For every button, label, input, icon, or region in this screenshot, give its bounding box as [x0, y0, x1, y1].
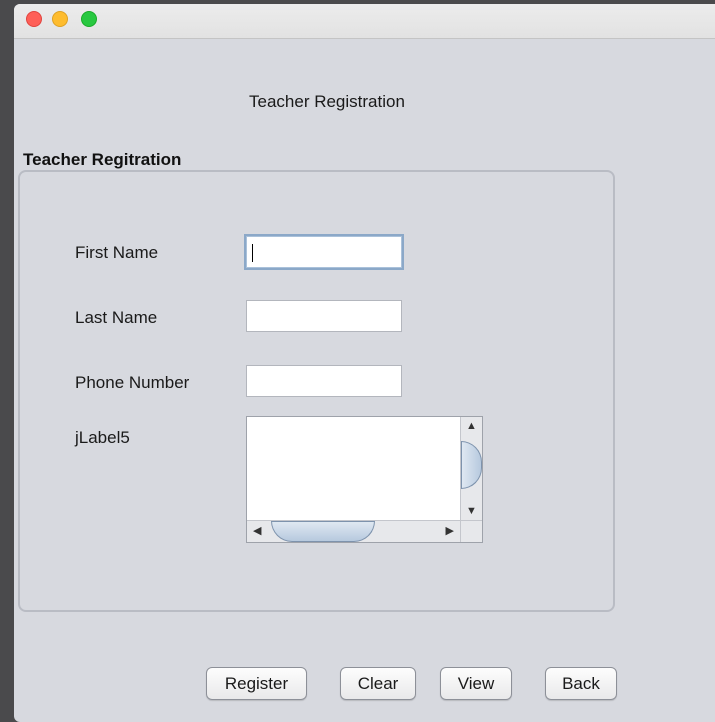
title-bar: [14, 4, 715, 39]
text-caret: [252, 244, 253, 262]
view-button[interactable]: View: [440, 667, 512, 700]
last-name-label: Last Name: [75, 308, 158, 327]
text-area-scrollpane: ▲ ▼ ◀ ▶: [246, 416, 483, 543]
first-name-label: First Name: [75, 243, 159, 262]
jlabel5-label: jLabel5: [75, 428, 130, 447]
scroll-down-icon[interactable]: ▼: [466, 506, 477, 517]
close-window-button[interactable]: [26, 11, 42, 27]
page-title: Teacher Registration: [249, 92, 405, 111]
maximize-window-button[interactable]: [81, 11, 97, 27]
horizontal-scrollbar[interactable]: ◀ ▶: [247, 520, 460, 542]
clear-button[interactable]: Clear: [340, 667, 416, 700]
scrollpane-corner: [460, 520, 482, 542]
back-button[interactable]: Back: [545, 667, 617, 700]
first-name-field[interactable]: [244, 234, 404, 270]
register-button[interactable]: Register: [206, 667, 307, 700]
app-window: Teacher Registration Teacher Regitration…: [14, 4, 715, 722]
horizontal-scroll-thumb[interactable]: [271, 521, 375, 542]
minimize-window-button[interactable]: [52, 11, 68, 27]
scroll-up-icon[interactable]: ▲: [466, 421, 477, 432]
phone-number-label: Phone Number: [75, 373, 190, 392]
text-area[interactable]: [247, 417, 460, 521]
scroll-left-icon[interactable]: ◀: [253, 526, 261, 537]
vertical-scroll-thumb[interactable]: [461, 441, 482, 489]
last-name-field[interactable]: [246, 300, 402, 332]
phone-number-field[interactable]: [246, 365, 402, 397]
scroll-right-icon[interactable]: ▶: [446, 526, 454, 537]
group-title: Teacher Regitration: [23, 150, 182, 169]
vertical-scrollbar[interactable]: ▲ ▼: [460, 417, 482, 521]
